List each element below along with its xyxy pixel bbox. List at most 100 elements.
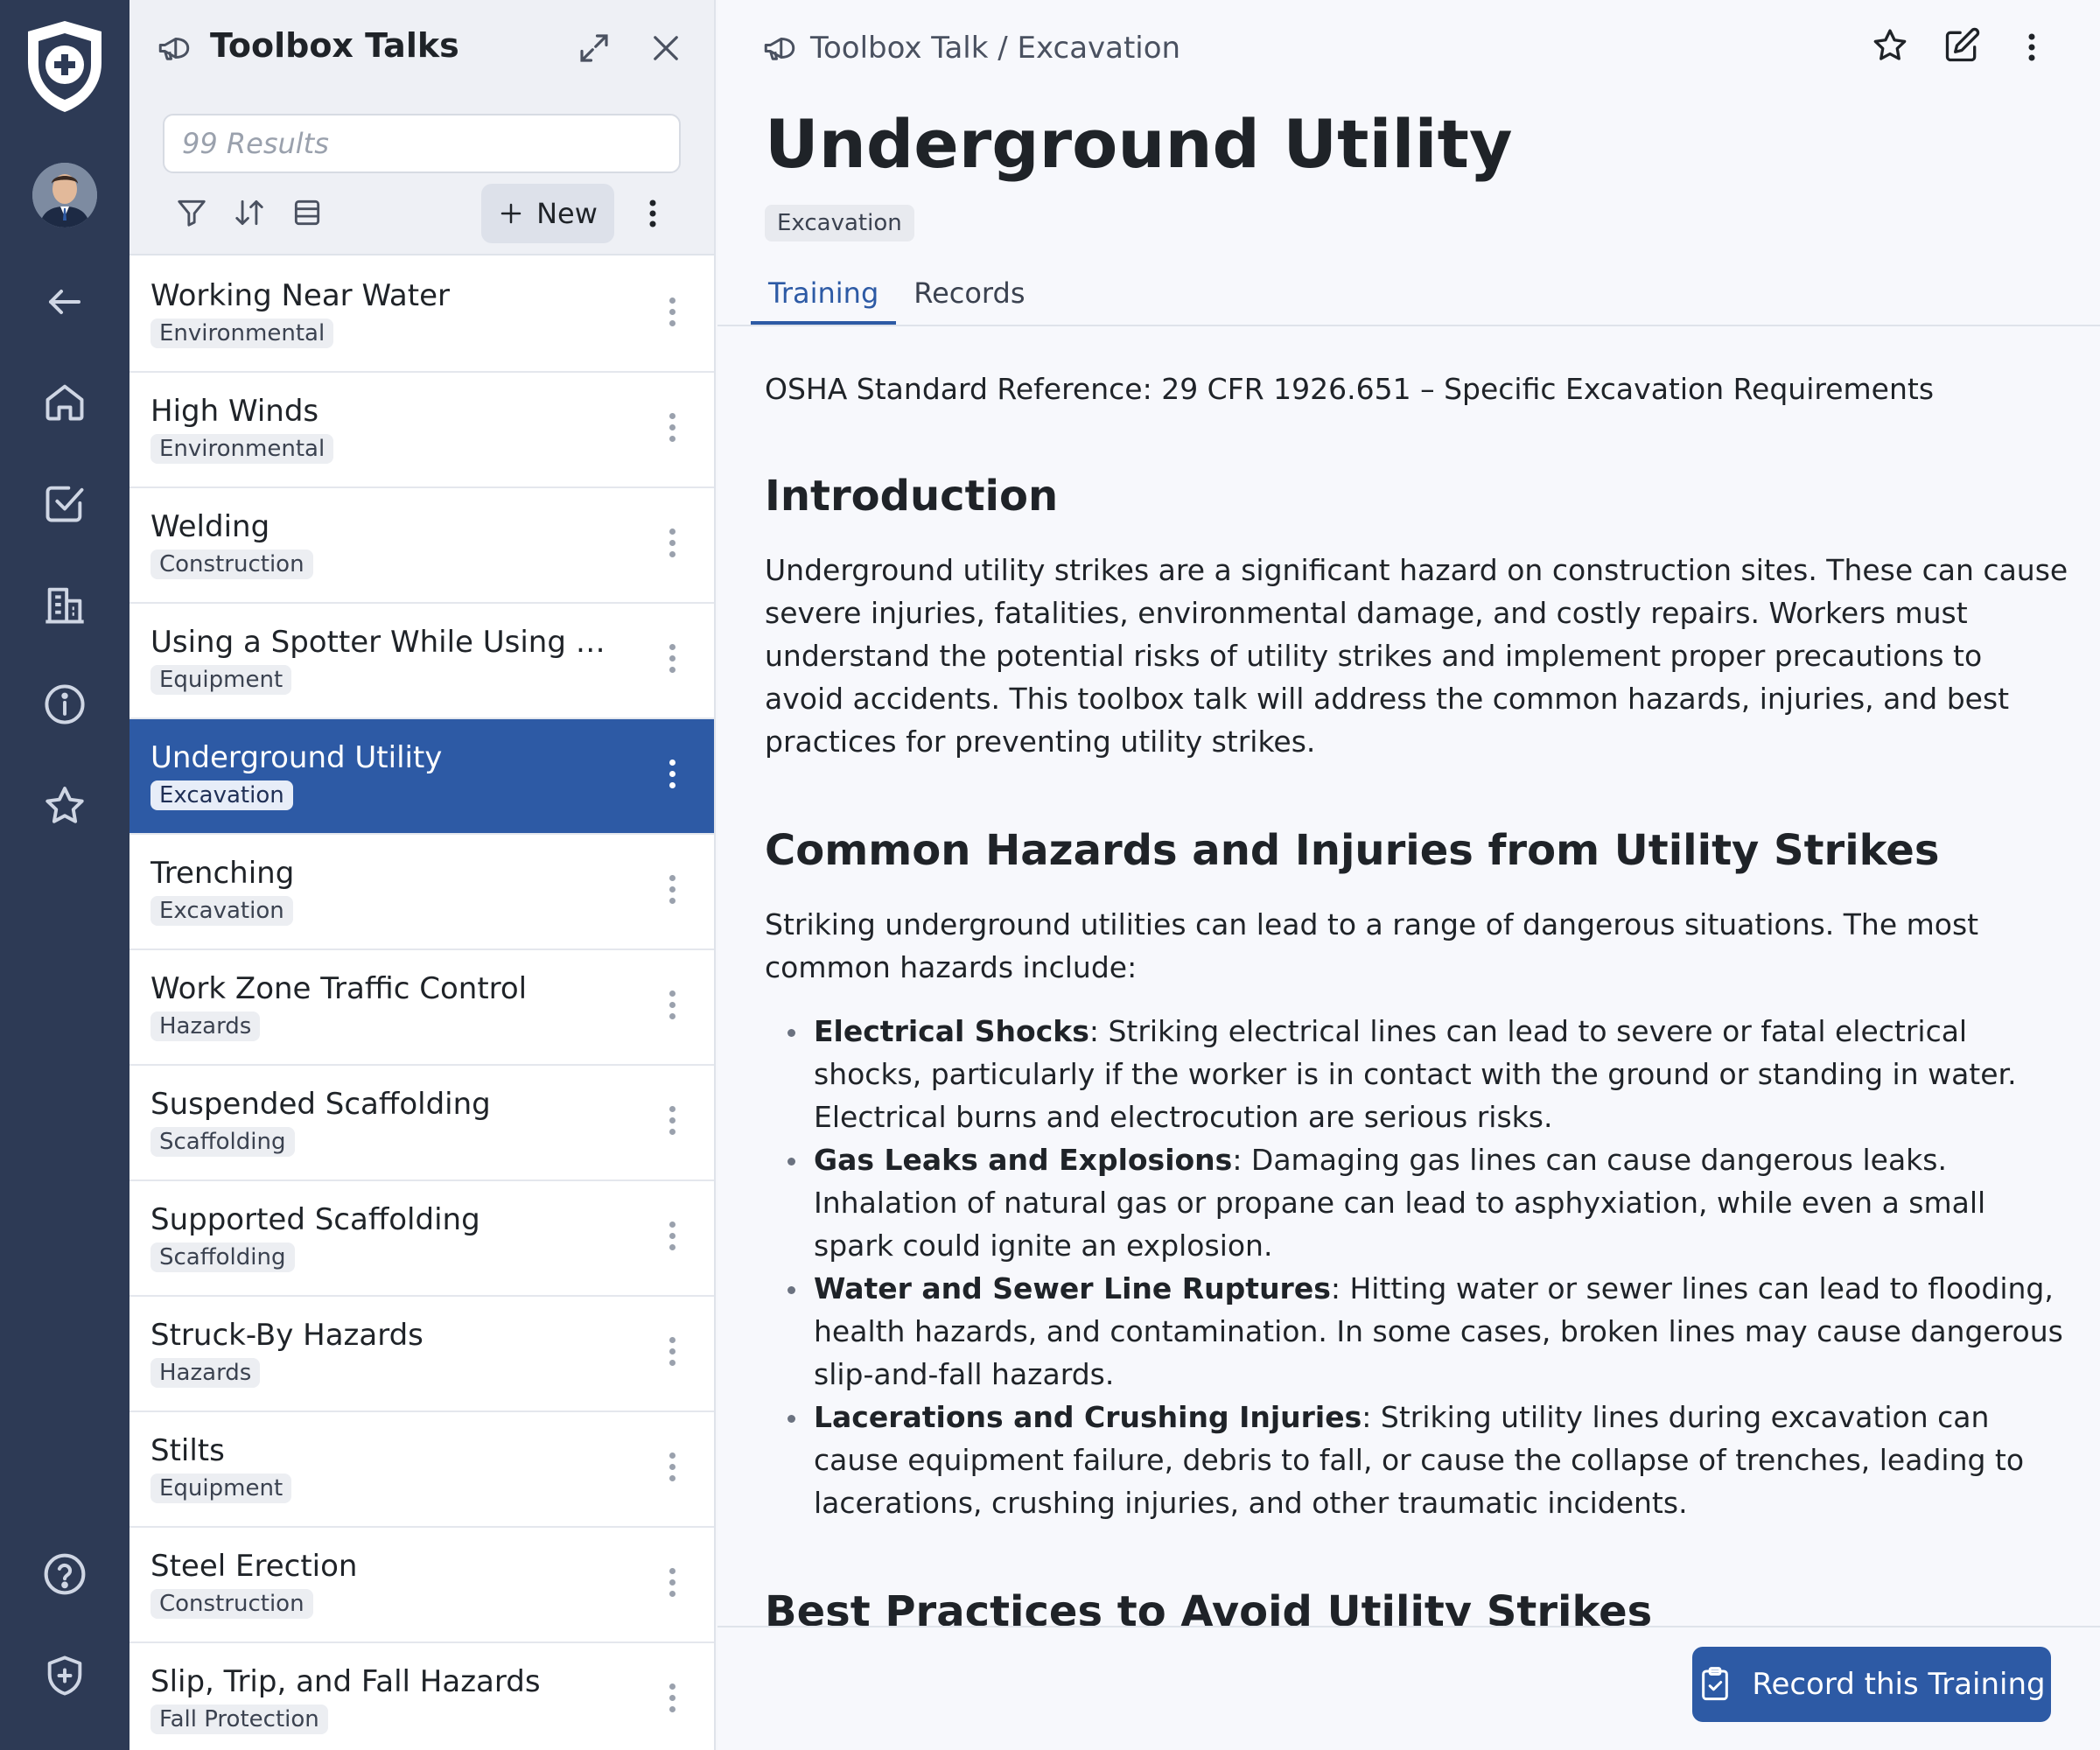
- osha-reference: OSHA Standard Reference: 29 CFR 1926.651…: [765, 372, 1935, 406]
- list-item[interactable]: Work Zone Traffic Control Hazards: [130, 950, 714, 1066]
- shield-plus-icon[interactable]: [0, 21, 130, 112]
- record-training-label: Record this Training: [1752, 1667, 2046, 1702]
- intro-heading: Introduction: [765, 472, 1059, 521]
- list-item-selected[interactable]: Underground Utility Excavation: [130, 719, 714, 835]
- category-badge: Excavation: [765, 205, 914, 242]
- list-item[interactable]: Working Near Water Environmental: [130, 257, 714, 373]
- item-name: Steel Erection: [150, 1549, 358, 1584]
- clipboard-check-icon: [1702, 1667, 1729, 1701]
- list-item[interactable]: Steel Erection Construction: [130, 1528, 714, 1643]
- item-category: Construction: [150, 1589, 313, 1619]
- item-name: Trenching: [150, 856, 295, 891]
- item-kebab-icon[interactable]: [663, 1563, 681, 1608]
- new-button-label: New: [536, 197, 598, 230]
- hazard-term: Electrical Shocks: [814, 1014, 1089, 1048]
- item-category: Scaffolding: [150, 1242, 295, 1272]
- list-item[interactable]: Using a Spotter While Using Mob... Equip…: [130, 604, 714, 719]
- home-icon[interactable]: [0, 362, 130, 441]
- item-kebab-icon[interactable]: [663, 1332, 681, 1377]
- item-category: Excavation: [150, 896, 293, 926]
- more-options-icon[interactable]: [2026, 32, 2037, 66]
- edit-icon[interactable]: [1942, 26, 1981, 68]
- star-icon[interactable]: [0, 766, 130, 845]
- item-kebab-icon[interactable]: [663, 292, 681, 338]
- item-name: Work Zone Traffic Control: [150, 971, 528, 1006]
- building-icon[interactable]: [0, 565, 130, 644]
- item-name: Stilts: [150, 1433, 225, 1468]
- item-kebab-icon[interactable]: [663, 1678, 681, 1724]
- hazard-term: Lacerations and Crushing Injuries: [814, 1400, 1362, 1434]
- footer-bar: Record this Training: [718, 1626, 2100, 1750]
- list-item[interactable]: Suspended Scaffolding Scaffolding: [130, 1066, 714, 1181]
- checkbox-icon[interactable]: [0, 464, 130, 542]
- item-kebab-icon[interactable]: [663, 1101, 681, 1146]
- close-icon[interactable]: [648, 30, 684, 66]
- item-kebab-icon[interactable]: [663, 985, 681, 1031]
- view-list-icon[interactable]: [290, 196, 324, 229]
- user-avatar[interactable]: [32, 163, 97, 228]
- new-button[interactable]: New: [481, 184, 614, 243]
- record-training-button[interactable]: Record this Training: [1692, 1647, 2051, 1722]
- more-options-icon[interactable]: [642, 198, 663, 229]
- hazards-intro: Striking underground utilities can lead …: [765, 907, 1979, 984]
- intro-text: Underground utility strikes are a signif…: [765, 553, 2068, 759]
- search-input[interactable]: [163, 114, 681, 173]
- hazard-term: Gas Leaks and Explosions: [814, 1143, 1233, 1177]
- item-name: Suspended Scaffolding: [150, 1087, 491, 1122]
- item-name: Underground Utility: [150, 740, 443, 775]
- megaphone-icon: [764, 38, 795, 60]
- item-category: Fall Protection: [150, 1704, 328, 1734]
- list-item[interactable]: Stilts Equipment: [130, 1412, 714, 1528]
- item-category: Construction: [150, 550, 313, 579]
- training-content: OSHA Standard Reference: 29 CFR 1926.651…: [765, 368, 2068, 1628]
- panel-title: Toolbox Talks: [210, 26, 459, 65]
- item-category: Equipment: [150, 665, 292, 695]
- talk-list: Working Near Water Environmental High Wi…: [130, 257, 714, 1750]
- tab-training[interactable]: Training: [751, 268, 897, 326]
- app-rail: [0, 0, 130, 1750]
- item-category: Scaffolding: [150, 1127, 295, 1157]
- item-category: Environmental: [150, 318, 334, 348]
- hazard-list: Electrical Shocks: Striking electrical l…: [765, 1010, 2068, 1524]
- breadcrumb: Toolbox Talk / Excavation: [761, 30, 1180, 66]
- help-icon[interactable]: [0, 1535, 130, 1614]
- item-kebab-icon[interactable]: [663, 639, 681, 684]
- list-item[interactable]: Supported Scaffolding Scaffolding: [130, 1181, 714, 1297]
- page-title: Underground Utility: [765, 105, 1513, 183]
- hazard-item: Electrical Shocks: Striking electrical l…: [788, 1010, 2068, 1138]
- hazard-item: Water and Sewer Line Ruptures: Hitting w…: [788, 1267, 2068, 1396]
- tab-bar: Training Records: [751, 268, 1043, 326]
- item-kebab-icon[interactable]: [663, 1447, 681, 1493]
- tab-records[interactable]: Records: [896, 268, 1042, 326]
- item-category: Excavation: [150, 780, 293, 810]
- hazard-item: Lacerations and Crushing Injuries: Strik…: [788, 1396, 2068, 1524]
- list-item[interactable]: High Winds Environmental: [130, 373, 714, 488]
- list-item[interactable]: Slip, Trip, and Fall Hazards Fall Protec…: [130, 1643, 714, 1750]
- list-item[interactable]: Trenching Excavation: [130, 835, 714, 950]
- expand-icon[interactable]: [576, 30, 612, 66]
- item-kebab-icon[interactable]: [663, 870, 681, 915]
- item-name: Supported Scaffolding: [150, 1202, 480, 1237]
- list-item[interactable]: Welding Construction: [130, 488, 714, 604]
- sort-icon[interactable]: [233, 196, 266, 229]
- item-name: Using a Spotter While Using Mob...: [150, 625, 623, 660]
- favorite-star-icon[interactable]: [1871, 26, 1909, 68]
- item-kebab-icon[interactable]: [663, 408, 681, 453]
- filter-icon[interactable]: [175, 196, 208, 229]
- plus-icon: [500, 203, 522, 224]
- item-category: Equipment: [150, 1474, 292, 1503]
- list-item[interactable]: Struck-By Hazards Hazards: [130, 1297, 714, 1412]
- item-name: Slip, Trip, and Fall Hazards: [150, 1664, 541, 1699]
- info-icon[interactable]: [0, 665, 130, 744]
- hazard-term: Water and Sewer Line Ruptures: [814, 1271, 1331, 1306]
- item-name: High Winds: [150, 394, 319, 429]
- item-kebab-icon[interactable]: [663, 523, 681, 569]
- breadcrumb-text[interactable]: Toolbox Talk / Excavation: [810, 31, 1180, 66]
- item-kebab-icon[interactable]: [663, 1216, 681, 1262]
- shield-small-icon[interactable]: [0, 1636, 130, 1715]
- item-name: Welding: [150, 509, 270, 544]
- item-kebab-icon[interactable]: [663, 754, 681, 800]
- item-name: Working Near Water: [150, 278, 450, 313]
- hazard-item: Gas Leaks and Explosions: Damaging gas l…: [788, 1138, 2068, 1267]
- arrow-left-icon[interactable]: [0, 262, 130, 341]
